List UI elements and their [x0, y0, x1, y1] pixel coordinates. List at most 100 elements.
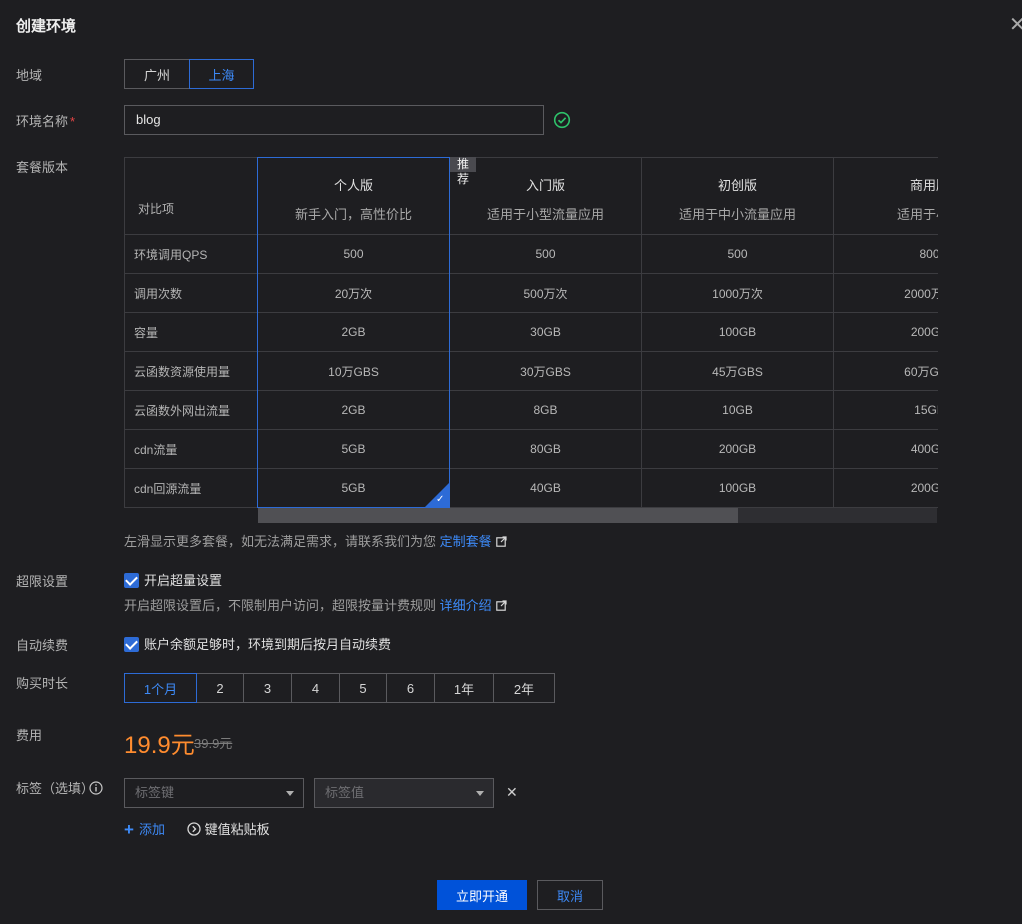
duration-selector: 1个月 2 3 4 5 6 1年 2年 — [124, 673, 555, 703]
tag-key-select[interactable]: 标签键 — [124, 778, 304, 808]
paste-board-button[interactable]: 键值粘贴板 — [186, 822, 270, 837]
plan-cell-value[interactable]: 400GB — [834, 430, 938, 469]
chevron-down-icon — [286, 791, 294, 796]
auto-renew-checkbox-label: 账户余额足够时，环境到期后按月自动续费 — [144, 637, 392, 652]
tag-value-select[interactable]: 标签值 — [314, 778, 494, 808]
duration-option[interactable]: 5 — [340, 673, 387, 703]
plan-column-header[interactable]: 初创版适用于中小流量应用 — [642, 157, 834, 235]
plan-name: 个人版 — [333, 178, 373, 193]
cancel-button[interactable]: 取消 — [537, 880, 603, 910]
plan-name: 入门版 — [525, 178, 565, 193]
close-icon[interactable]: ✕ — [1009, 14, 1022, 36]
external-link-icon — [495, 600, 507, 611]
custom-plan-link[interactable]: 定制套餐 — [440, 534, 492, 549]
duration-option[interactable]: 2 — [197, 673, 244, 703]
plan-row-label: 云函数外网出流量 — [124, 391, 258, 430]
duration-option[interactable]: 6 — [387, 673, 435, 703]
plan-cell-value[interactable]: 2GB — [258, 313, 450, 352]
tag-actions: + 添加 键值粘贴板 — [124, 819, 270, 840]
overage-checkbox-label: 开启超量设置 — [144, 573, 223, 588]
plan-cell-value[interactable]: 10万GBS — [258, 352, 450, 391]
plan-cell-value[interactable]: 30GB — [450, 313, 642, 352]
duration-option[interactable]: 1个月 — [124, 673, 197, 703]
duration-option[interactable]: 1年 — [435, 673, 494, 703]
plan-cell-value[interactable]: 20万次 — [258, 274, 450, 313]
region-option-guangzhou[interactable]: 广州 — [124, 59, 190, 89]
check-circle-icon — [553, 111, 571, 129]
plan-row-label: cdn回源流量 — [124, 469, 258, 508]
region-label: 地域 — [16, 68, 43, 83]
duration-option[interactable]: 3 — [244, 673, 292, 703]
plan-cell-value[interactable]: 500 — [642, 235, 834, 274]
auto-renew-checkbox[interactable] — [124, 637, 139, 652]
duration-option[interactable]: 2年 — [494, 673, 555, 703]
plan-cell-value[interactable]: 2GB — [258, 391, 450, 430]
plan-name: 商用版 — [909, 178, 938, 193]
overage-checkbox[interactable] — [124, 573, 139, 588]
plan-cell-value[interactable]: 200GB — [642, 430, 834, 469]
price-value: 19.9元 — [124, 732, 195, 759]
plan-cell-value[interactable]: 8GB — [450, 391, 642, 430]
fee-label: 费用 — [16, 728, 43, 743]
plan-cell-value[interactable]: 30万GBS — [450, 352, 642, 391]
plan-cell-value[interactable]: 15GB — [834, 391, 938, 430]
plan-cell-value[interactable]: 800 — [834, 235, 938, 274]
plan-cell-value[interactable]: 40GB — [450, 469, 642, 508]
plan-row-label: 容量 — [124, 313, 258, 352]
plan-cell-value[interactable]: 200GB — [834, 313, 938, 352]
duration-option[interactable]: 4 — [292, 673, 340, 703]
plan-cell-value[interactable]: 5GB — [258, 469, 450, 508]
plan-comparison-table: 对比项 个人版 新手入门，高性价比 入门版 适用于小型流量应用 初创版 适用于中小流量应用商… — [124, 157, 938, 524]
plan-cell-value[interactable]: 10GB — [642, 391, 834, 430]
env-name-label: 环境名称 * — [16, 114, 76, 129]
plus-icon: + — [124, 820, 134, 839]
overage-hint-text: 开启超限设置后，不限制用户访问，超限按量计费规则 — [124, 598, 437, 613]
chevron-down-icon — [476, 791, 484, 796]
remove-tag-icon[interactable]: ✕ — [506, 784, 518, 801]
overage-label: 超限设置 — [16, 574, 69, 589]
tags-label: 标签（选填） — [16, 781, 95, 796]
compare-header-cell: 对比项 — [124, 157, 258, 235]
plan-cell-value[interactable]: 500 — [450, 235, 642, 274]
original-price: 39.9元 — [194, 736, 233, 751]
plan-cell-value[interactable]: 2000万次 — [834, 274, 938, 313]
plan-cell-value[interactable]: 60万GBS — [834, 352, 938, 391]
overage-checkbox-row[interactable]: 开启超量设置 — [124, 570, 222, 589]
plan-cell-value[interactable]: 80GB — [450, 430, 642, 469]
tag-key-placeholder: 标签键 — [135, 785, 175, 800]
plan-desc: 适用于小型流量应用 — [486, 207, 604, 222]
auto-renew-label: 自动续费 — [16, 638, 69, 653]
plan-row-label: 云函数资源使用量 — [124, 352, 258, 391]
overage-detail-link[interactable]: 详细介绍 — [440, 598, 492, 613]
plan-cell-value[interactable]: 5GB — [258, 430, 450, 469]
overage-hint: 开启超限设置后，不限制用户访问，超限按量计费规则 详细介绍 — [124, 595, 507, 614]
plan-cell-value[interactable]: 200GB — [834, 469, 938, 508]
plan-desc: 适用于小型 — [896, 207, 938, 222]
plan-column-header[interactable]: 商用版适用于小型 — [834, 157, 938, 235]
plan-table-scrollbar[interactable] — [258, 508, 937, 523]
plan-cell-value[interactable]: 500 — [258, 235, 450, 274]
tag-value-placeholder: 标签值 — [325, 785, 365, 800]
plan-hint-text: 左滑显示更多套餐，如无法满足需求，请联系我们为您 — [124, 534, 437, 549]
env-name-input[interactable]: blog — [124, 105, 544, 135]
plan-desc: 适用于中小流量应用 — [678, 207, 796, 222]
plan-cell-value[interactable]: 1000万次 — [642, 274, 834, 313]
info-icon[interactable] — [89, 781, 103, 795]
add-tag-button[interactable]: + 添加 — [124, 820, 165, 839]
confirm-button[interactable]: 立即开通 — [437, 880, 527, 910]
recommend-badge: 推荐 — [450, 157, 477, 186]
plan-row-label: cdn流量 — [124, 430, 258, 469]
plan-cell-value[interactable]: 500万次 — [450, 274, 642, 313]
plan-column-header[interactable]: 入门版适用于小型流量应用 — [450, 157, 642, 235]
external-link-icon — [495, 536, 507, 547]
region-option-shanghai[interactable]: 上海 — [189, 59, 254, 89]
region-selector: 广州 上海 — [124, 59, 254, 89]
plan-cell-value[interactable]: 45万GBS — [642, 352, 834, 391]
plan-cell-value[interactable]: 100GB — [642, 469, 834, 508]
auto-renew-checkbox-row[interactable]: 账户余额足够时，环境到期后按月自动续费 — [124, 634, 391, 653]
plan-column-header[interactable]: 个人版 新手入门，高性价比 — [258, 157, 450, 235]
scrollbar-thumb[interactable] — [258, 508, 738, 523]
plan-cell-value[interactable]: 100GB — [642, 313, 834, 352]
plan-name: 初创版 — [717, 178, 757, 193]
compare-header-label: 对比项 — [138, 202, 175, 216]
